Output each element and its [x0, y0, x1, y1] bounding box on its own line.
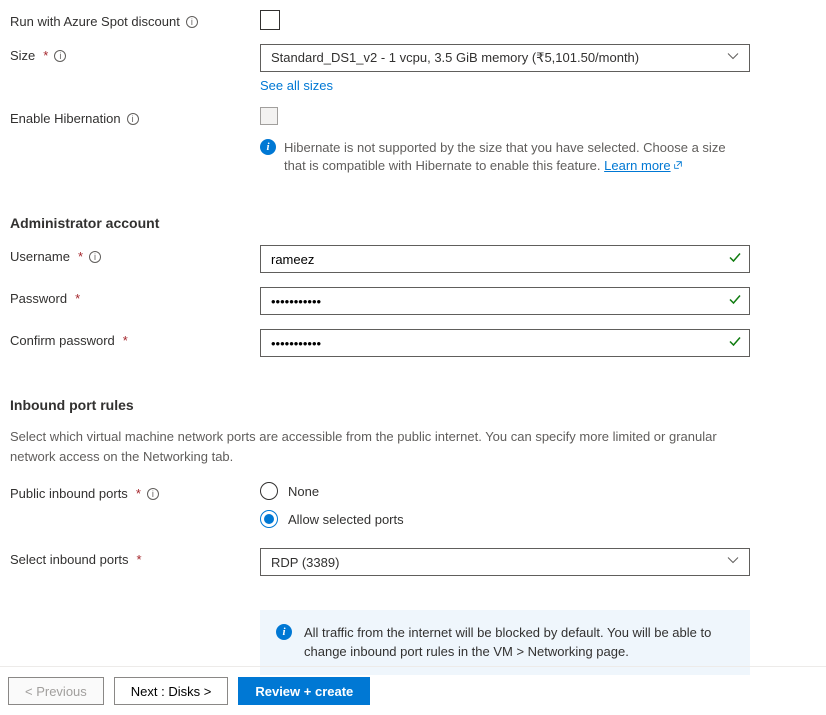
- checkmark-icon: [728, 335, 742, 352]
- review-create-button[interactable]: Review + create: [238, 677, 370, 705]
- select-ports-label: Select inbound ports: [10, 552, 129, 567]
- size-value: Standard_DS1_v2 - 1 vcpu, 3.5 GiB memory…: [271, 50, 639, 66]
- required-mark: *: [137, 552, 142, 567]
- size-label: Size: [10, 48, 35, 63]
- info-icon[interactable]: i: [54, 50, 66, 62]
- inbound-desc: Select which virtual machine network por…: [10, 427, 740, 466]
- password-field[interactable]: [260, 287, 750, 315]
- learn-more-link[interactable]: Learn more: [604, 158, 682, 173]
- required-mark: *: [123, 333, 128, 348]
- spot-checkbox[interactable]: [260, 10, 280, 30]
- admin-heading: Administrator account: [10, 215, 816, 231]
- password-label: Password: [10, 291, 67, 306]
- external-link-icon: [673, 157, 683, 175]
- required-mark: *: [78, 249, 83, 264]
- button-bar: < Previous Next : Disks > Review + creat…: [0, 666, 826, 705]
- chevron-down-icon: [727, 555, 739, 570]
- see-all-sizes-link[interactable]: See all sizes: [260, 78, 333, 93]
- info-icon[interactable]: i: [186, 16, 198, 28]
- info-icon[interactable]: i: [89, 251, 101, 263]
- confirm-password-field[interactable]: [260, 329, 750, 357]
- radio-allow-selected[interactable]: Allow selected ports: [260, 510, 750, 528]
- required-mark: *: [75, 291, 80, 306]
- confirm-password-label: Confirm password: [10, 333, 115, 348]
- required-mark: *: [43, 48, 48, 63]
- inbound-ports-value: RDP (3389): [271, 555, 339, 570]
- info-icon: i: [276, 624, 292, 640]
- radio-allow-label: Allow selected ports: [288, 512, 404, 527]
- inbound-callout-text: All traffic from the internet will be bl…: [304, 624, 734, 660]
- checkmark-icon: [728, 251, 742, 268]
- previous-button: < Previous: [8, 677, 104, 705]
- public-ports-label: Public inbound ports: [10, 486, 128, 501]
- info-icon[interactable]: i: [127, 113, 139, 125]
- hibernation-message: Hibernate is not supported by the size t…: [284, 139, 750, 175]
- inbound-ports-select[interactable]: RDP (3389): [260, 548, 750, 576]
- size-select[interactable]: Standard_DS1_v2 - 1 vcpu, 3.5 GiB memory…: [260, 44, 750, 72]
- next-button[interactable]: Next : Disks >: [114, 677, 229, 705]
- radio-none[interactable]: None: [260, 482, 750, 500]
- inbound-heading: Inbound port rules: [10, 397, 816, 413]
- username-label: Username: [10, 249, 70, 264]
- username-field[interactable]: [260, 245, 750, 273]
- info-icon[interactable]: i: [147, 488, 159, 500]
- info-icon: i: [260, 139, 276, 155]
- spot-label: Run with Azure Spot discount: [10, 14, 180, 29]
- checkmark-icon: [728, 293, 742, 310]
- hibernation-checkbox: [260, 107, 278, 125]
- chevron-down-icon: [727, 51, 739, 66]
- required-mark: *: [136, 486, 141, 501]
- radio-none-label: None: [288, 484, 319, 499]
- hibernation-label: Enable Hibernation: [10, 111, 121, 126]
